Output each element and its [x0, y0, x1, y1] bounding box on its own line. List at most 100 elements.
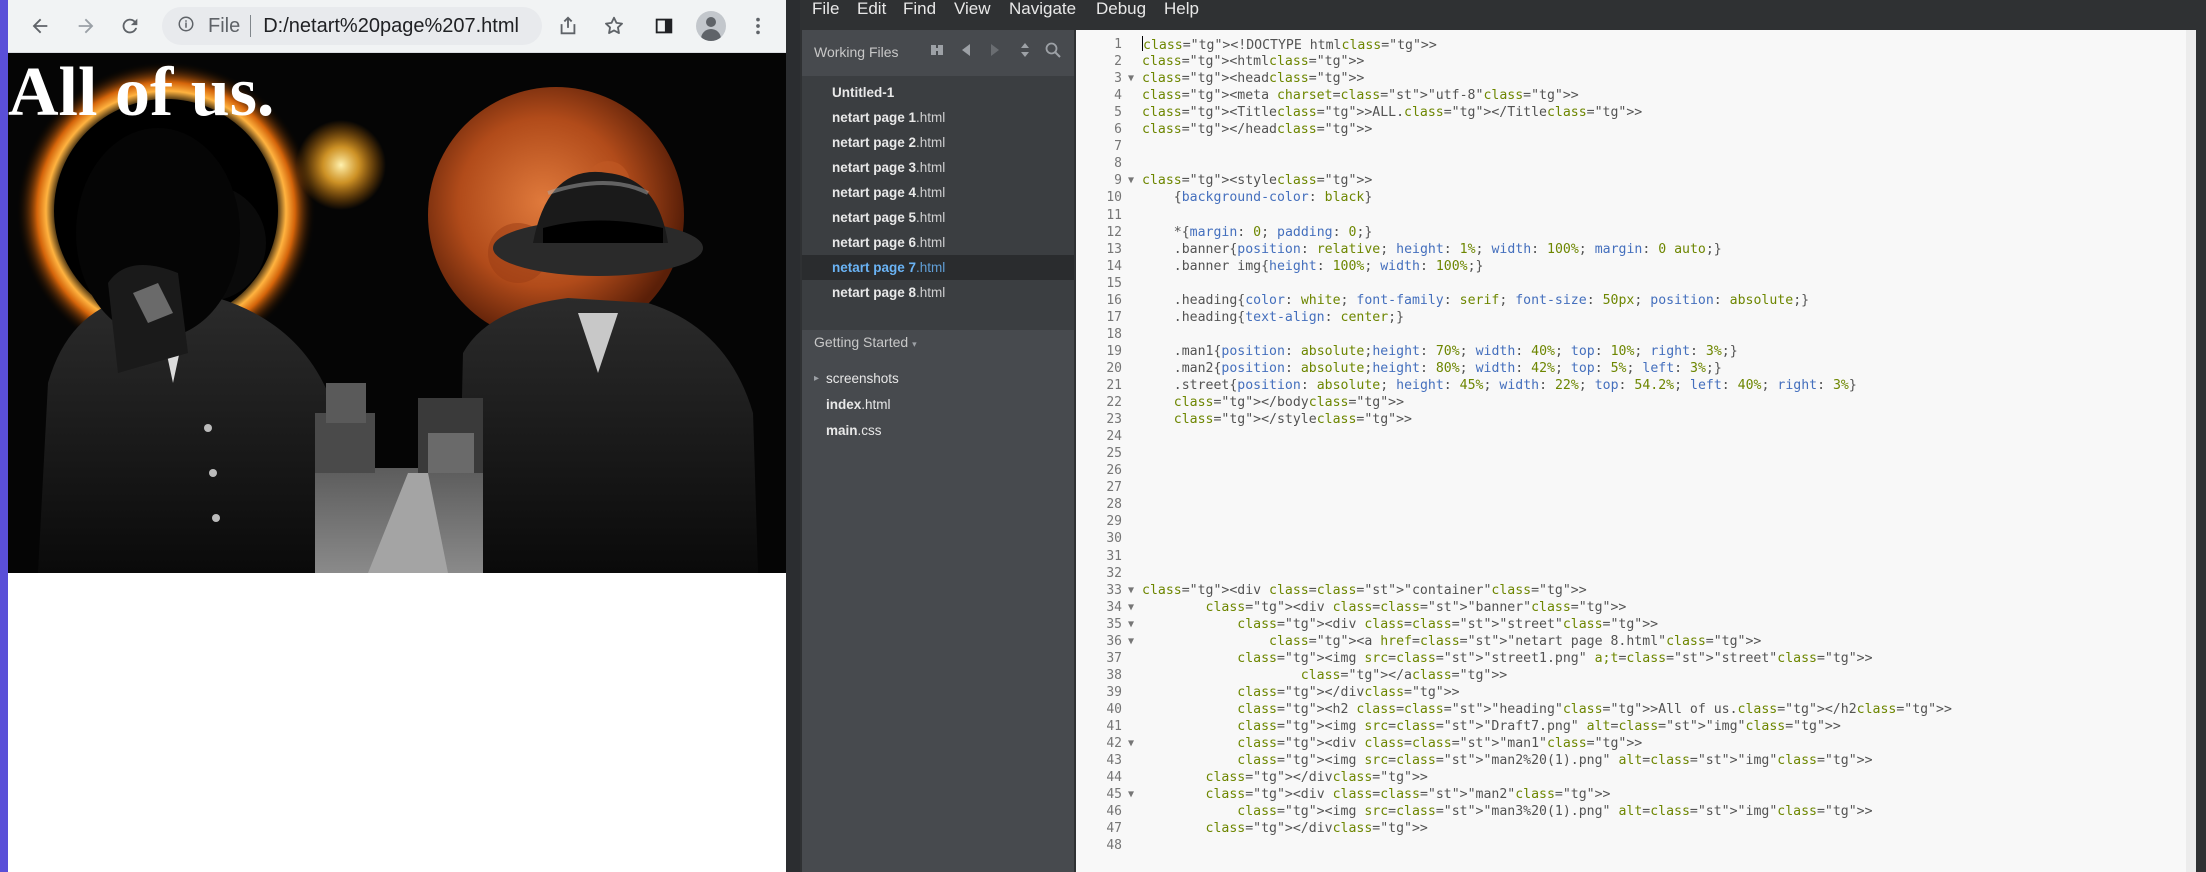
line-number: 13 [1106, 241, 1122, 257]
fold-toggle-icon[interactable]: ▼ [1128, 582, 1134, 599]
more-menu-icon[interactable] [742, 10, 774, 42]
line-number: 34 [1106, 599, 1122, 615]
line-number: 7 [1114, 139, 1122, 155]
working-file-item[interactable]: netart page 6.html [802, 230, 1074, 255]
line-number: 37 [1106, 650, 1122, 666]
fold-toggle-icon[interactable]: ▼ [1128, 786, 1134, 803]
split-view-icon[interactable] [928, 42, 946, 62]
nav-forward-icon[interactable] [986, 42, 1004, 61]
code-line: class="tg"><div class=class="st">"banner… [1205, 599, 1627, 615]
address-scheme: File [208, 14, 241, 37]
menu-find[interactable]: Find [903, 0, 936, 30]
project-title[interactable]: Getting Started ▾ [814, 334, 917, 350]
fold-toggle-icon[interactable]: ▼ [1128, 735, 1134, 752]
code-line: class="tg"><img src=class="st">"street1.… [1237, 650, 1873, 666]
fold-toggle-icon[interactable]: ▼ [1128, 70, 1134, 87]
file-name: netart page 2 [832, 135, 917, 150]
working-file-label: netart page 1.html [832, 105, 945, 130]
project-title-label: Getting Started [814, 334, 909, 350]
menu-navigate[interactable]: Navigate [1009, 0, 1076, 30]
menu-help[interactable]: Help [1164, 0, 1199, 30]
forward-icon[interactable] [70, 10, 102, 42]
file-extension: .html [916, 210, 946, 225]
nav-back-icon[interactable] [957, 42, 975, 61]
line-number: 6 [1114, 122, 1122, 138]
working-file-label: netart page 8.html [832, 280, 945, 305]
line-number: 29 [1106, 514, 1122, 530]
menu-edit[interactable]: Edit [857, 0, 886, 30]
code-editor-window: File Edit Find View Navigate Debug Help … [800, 0, 2206, 872]
file-name: Untitled-1 [832, 85, 895, 100]
menu-view[interactable]: View [954, 0, 991, 30]
code-line: class="tg"></bodyclass="tg">> [1173, 395, 1405, 411]
line-number: 14 [1106, 258, 1122, 274]
working-file-label: netart page 7.html [832, 255, 945, 280]
code-line: class="tg"><htmlclass="tg">> [1142, 54, 1365, 70]
code-line: .heading{text-align: center;} [1142, 309, 1405, 325]
fold-toggle-icon[interactable]: ▼ [1128, 599, 1134, 616]
menu-file[interactable]: File [812, 0, 839, 30]
profile-avatar-icon[interactable] [696, 11, 726, 41]
fold-toggle-icon[interactable]: ▼ [1128, 616, 1134, 633]
line-number: 41 [1106, 719, 1122, 734]
code-line: .street{position: absolute; height: 45%;… [1142, 378, 1857, 393]
tree-file[interactable]: main.css [826, 420, 882, 442]
menu-debug[interactable]: Debug [1096, 0, 1146, 30]
window-divider [786, 0, 800, 872]
tree-file[interactable]: index.html [826, 394, 891, 416]
line-number: 21 [1106, 378, 1122, 393]
working-file-item[interactable]: Untitled-1 [802, 80, 1074, 105]
line-number: 36 [1106, 633, 1122, 649]
code-scrollbar[interactable] [2186, 30, 2196, 872]
code-line: class="tg"><div class=class="st">"contai… [1142, 582, 1587, 598]
dropdown-caret-icon[interactable]: ▾ [912, 339, 917, 349]
file-name: netart page 1 [832, 110, 917, 125]
working-file-item[interactable]: netart page 3.html [802, 155, 1074, 180]
menu-bar: File Edit Find View Navigate Debug Help [800, 0, 2206, 30]
fold-toggle-icon[interactable]: ▼ [1128, 633, 1134, 650]
line-number: 42 [1106, 736, 1122, 752]
working-file-label: netart page 3.html [832, 155, 945, 180]
tree-folder[interactable]: screenshots [826, 368, 899, 390]
line-number: 4 [1114, 88, 1122, 104]
line-number: 16 [1106, 292, 1122, 308]
working-file-item[interactable]: netart page 2.html [802, 130, 1074, 155]
sidebar: Working Files Untitled-1 netart page 1.ht… [802, 30, 1074, 872]
line-number: 26 [1106, 463, 1122, 479]
address-bar[interactable]: File D:/netart%20page%207.html [162, 7, 542, 45]
working-file-item[interactable]: netart page 8.html [802, 280, 1074, 305]
working-files-list: Untitled-1 netart page 1.html netart page … [802, 76, 1074, 330]
share-icon[interactable] [552, 10, 584, 42]
line-number: 28 [1106, 497, 1122, 513]
line-number: 46 [1106, 804, 1122, 820]
folder-expand-icon[interactable]: ▸ [814, 368, 819, 390]
fold-toggle-icon[interactable]: ▼ [1128, 172, 1134, 189]
address-url[interactable]: D:/netart%20page%207.html [263, 15, 519, 38]
code-line: class="tg"></divclass="tg">> [1237, 684, 1460, 700]
line-number: 43 [1106, 753, 1122, 769]
working-file-label: netart page 5.html [832, 205, 945, 230]
code-line: .banner{position: relative; height: 1%; … [1142, 241, 1722, 257]
back-icon[interactable] [24, 10, 56, 42]
file-extension: .html [916, 260, 946, 275]
search-icon[interactable] [1044, 42, 1062, 62]
bookmark-star-icon[interactable] [598, 10, 630, 42]
code-line: class="tg"><img src=class="st">"man2%20(… [1237, 753, 1873, 769]
file-name: netart page 7 [832, 260, 917, 275]
line-number: 35 [1106, 616, 1122, 632]
line-number: 38 [1106, 667, 1122, 683]
file-extension: .html [916, 160, 946, 175]
sort-icon[interactable] [1016, 42, 1034, 62]
site-info-icon[interactable] [176, 15, 196, 38]
working-file-item[interactable]: netart page 1.html [802, 105, 1074, 130]
working-file-item[interactable]: netart page 5.html [802, 205, 1074, 230]
code-area[interactable]: 1 class="tg"><!DOCTYPE htmlclass="tg">> 2 c… [1076, 30, 2196, 872]
reload-icon[interactable] [114, 10, 146, 42]
line-number: 30 [1106, 531, 1122, 547]
line-number: 33 [1106, 582, 1122, 598]
working-file-item[interactable]: netart page 7.html [802, 255, 1074, 280]
working-file-item[interactable]: netart page 4.html [802, 180, 1074, 205]
side-panel-icon[interactable] [648, 10, 680, 42]
tree-item-name: screenshots [826, 371, 899, 386]
window-edge [0, 0, 8, 872]
